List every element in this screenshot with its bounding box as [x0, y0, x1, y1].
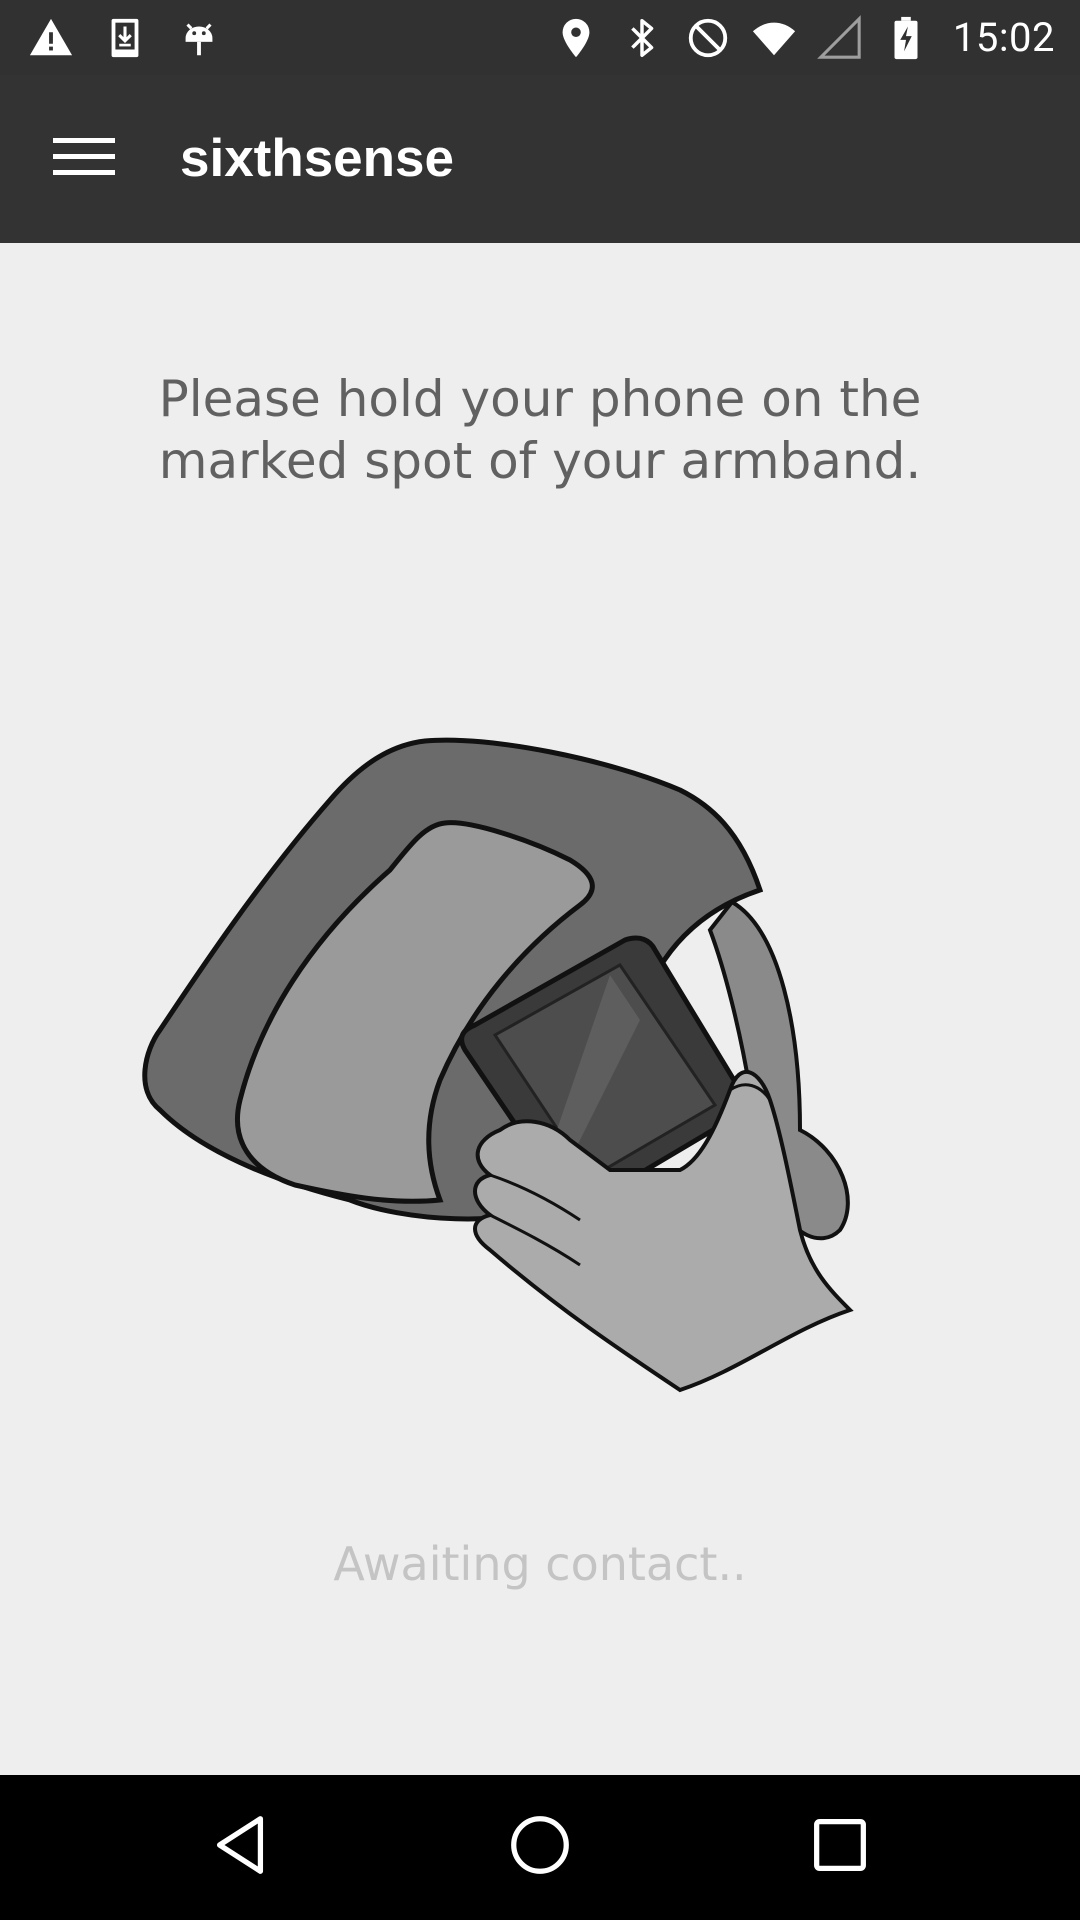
battery-charging-icon [883, 15, 929, 61]
menu-button[interactable] [38, 119, 130, 199]
recents-button[interactable] [790, 1797, 890, 1897]
warning-icon [28, 15, 74, 61]
wifi-icon [751, 15, 797, 61]
home-icon [505, 1810, 575, 1884]
navigation-bar [0, 1775, 1080, 1920]
do-not-disturb-icon [685, 15, 731, 61]
status-time: 15:02 [952, 14, 1055, 61]
signal-icon [817, 14, 863, 61]
android-debug-icon [176, 15, 222, 61]
status-bar: 15:02 [0, 0, 1080, 75]
app-title: sixthsense [180, 129, 454, 188]
back-icon [205, 1810, 275, 1884]
hamburger-menu-icon [53, 135, 115, 183]
location-icon [553, 15, 599, 61]
app-bar: sixthsense [0, 75, 1080, 243]
home-button[interactable] [490, 1797, 590, 1897]
recents-icon [805, 1810, 875, 1884]
status-left-icons [28, 0, 222, 75]
bluetooth-icon [619, 15, 665, 61]
back-button[interactable] [190, 1797, 290, 1897]
awaiting-status-text: Awaiting contact.. [333, 1537, 747, 1591]
armband-phone-illustration [140, 730, 900, 1430]
status-right-icons: 15:02 [553, 0, 1055, 75]
instruction-text: Please hold your phone on the marked spo… [158, 370, 922, 490]
download-icon [102, 15, 148, 61]
